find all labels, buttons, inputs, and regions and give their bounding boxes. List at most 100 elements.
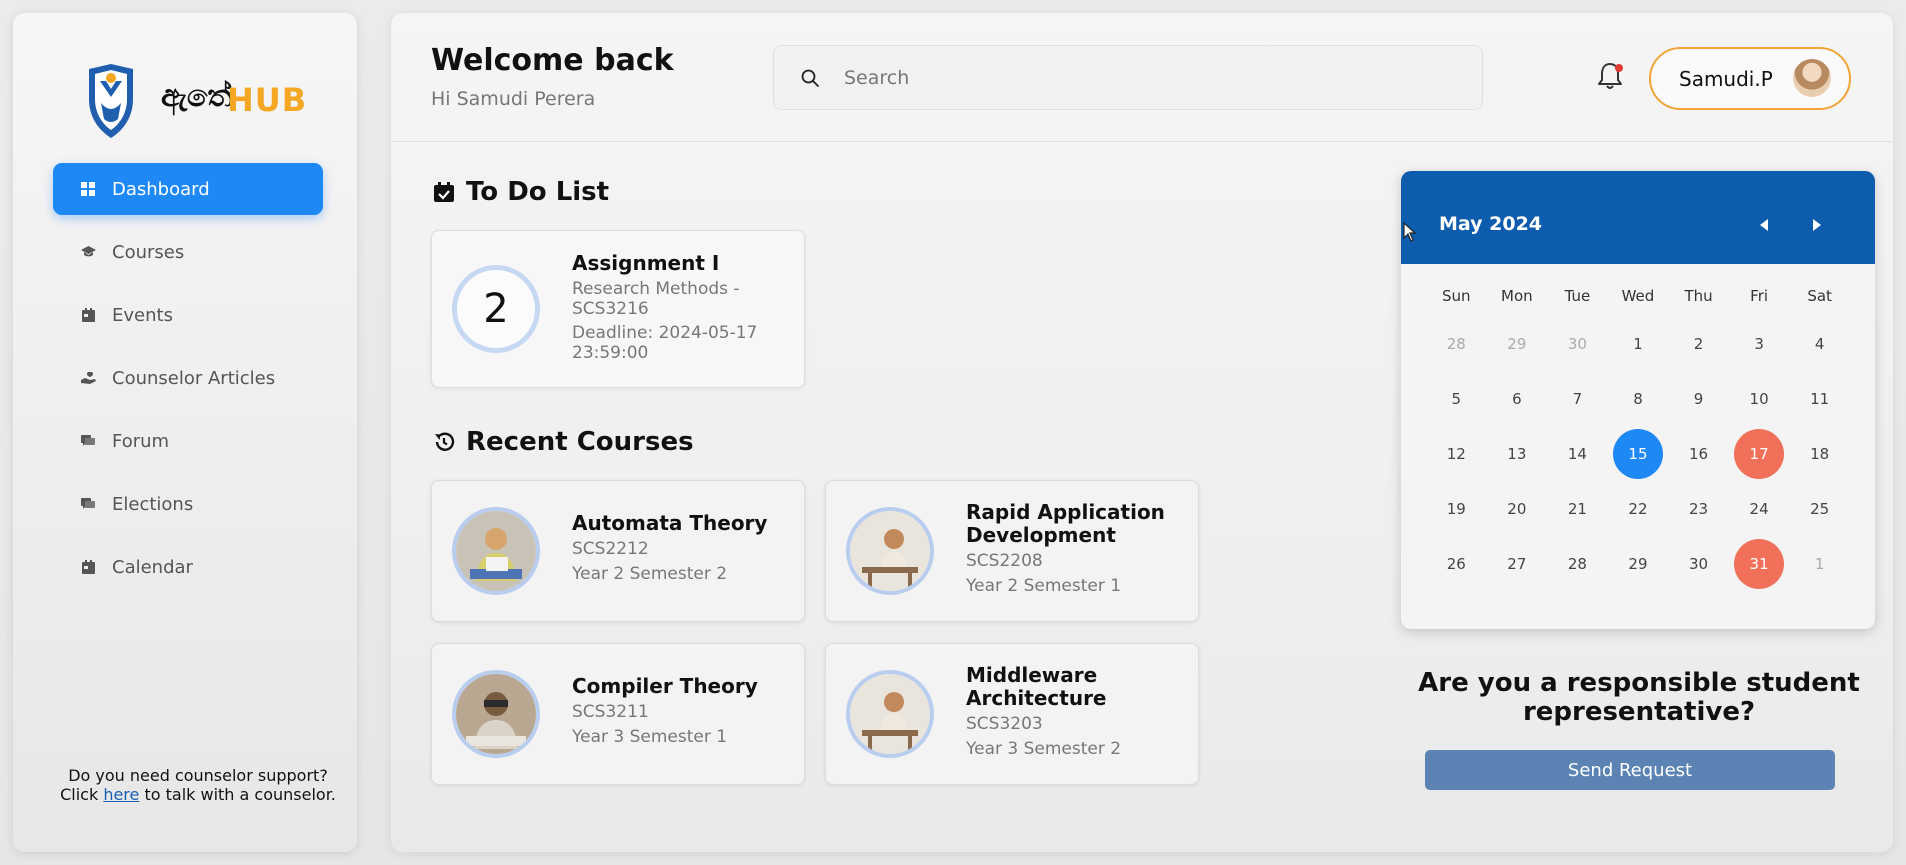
- calendar-day[interactable]: 31: [1729, 538, 1790, 589]
- avatar: [1793, 59, 1831, 97]
- calendar-day-number: 11: [1810, 389, 1830, 408]
- todo-item-card[interactable]: 2 Assignment I Research Methods - SCS321…: [431, 230, 805, 388]
- calendar-day[interactable]: 29: [1487, 319, 1548, 369]
- calendar-day[interactable]: 25: [1789, 484, 1850, 534]
- recent-courses-title: Recent Courses: [433, 427, 694, 457]
- counselor-here-link[interactable]: here: [103, 785, 139, 804]
- chevron-right-icon[interactable]: [1806, 215, 1826, 235]
- calendar-day[interactable]: 30: [1547, 319, 1608, 369]
- calendar-day[interactable]: 17: [1729, 428, 1790, 479]
- calendar-day[interactable]: 18: [1789, 429, 1850, 479]
- calendar-day[interactable]: 12: [1426, 429, 1487, 479]
- sidebar-item-calendar[interactable]: Calendar: [53, 541, 323, 593]
- calendar-day-number: 31: [1734, 538, 1785, 589]
- calendar-day-number: 10: [1749, 389, 1769, 408]
- logo-sinhala-text: ඇතේ: [161, 79, 232, 114]
- course-name: Middleware Architecture: [966, 663, 1107, 710]
- calendar-week-row: 12 13 14 15 16 17 18: [1426, 426, 1850, 481]
- course-card[interactable]: Middleware Architecture SCS3203 Year 3 S…: [825, 643, 1199, 785]
- user-name: Samudi.P: [1679, 66, 1773, 91]
- calendar-day[interactable]: 4: [1789, 319, 1850, 369]
- calendar-day[interactable]: 8: [1608, 374, 1669, 424]
- sidebar-item-label: Calendar: [112, 556, 193, 578]
- calendar-day[interactable]: 24: [1729, 484, 1790, 534]
- recent-courses-title-text: Recent Courses: [466, 427, 694, 457]
- calendar-day-number: 2: [1693, 334, 1704, 353]
- sidebar-item-forum[interactable]: Forum: [53, 415, 323, 467]
- search-input[interactable]: [844, 66, 1444, 89]
- todo-title-text: To Do List: [466, 177, 610, 207]
- calendar-day[interactable]: 1: [1789, 539, 1850, 589]
- header-divider: [391, 141, 1893, 142]
- course-card[interactable]: Automata Theory SCS2212 Year 2 Semester …: [431, 480, 805, 622]
- course-year: Year 3 Semester 2: [966, 739, 1122, 759]
- calendar-day[interactable]: 6: [1487, 374, 1548, 424]
- calendar-day[interactable]: 7: [1547, 374, 1608, 424]
- calendar-day[interactable]: 23: [1668, 484, 1729, 534]
- calendar-day[interactable]: 14: [1547, 429, 1608, 479]
- calendar-day[interactable]: 20: [1487, 484, 1548, 534]
- course-name: Automata Theory: [572, 511, 768, 535]
- calendar-weekday-label: Tue: [1564, 287, 1591, 305]
- sidebar-item-dashboard[interactable]: Dashboard: [53, 163, 323, 215]
- calendar-day[interactable]: 22: [1608, 484, 1669, 534]
- calendar-day[interactable]: 1: [1608, 319, 1669, 369]
- course-year: Year 2 Semester 2: [572, 564, 728, 584]
- sidebar-item-counselor-articles[interactable]: Counselor Articles: [53, 352, 323, 404]
- calendar-day[interactable]: 2: [1668, 319, 1729, 369]
- calendar-day[interactable]: 16: [1668, 429, 1729, 479]
- representative-question: Are you a responsible student representa…: [1418, 668, 1860, 727]
- course-card[interactable]: Compiler Theory SCS3211 Year 3 Semester …: [431, 643, 805, 785]
- calendar-day-number: 29: [1507, 334, 1527, 353]
- calendar-weekday-label: Fri: [1750, 287, 1769, 305]
- calendar-day[interactable]: 9: [1668, 374, 1729, 424]
- calendar-day-number: 26: [1446, 554, 1466, 573]
- calendar-day[interactable]: 15: [1608, 428, 1669, 479]
- calendar-day[interactable]: 29: [1608, 539, 1669, 589]
- todo-item-deadline: Deadline: 2024-05-17 23:59:00: [572, 323, 758, 363]
- hand-heart-icon: [80, 370, 96, 386]
- calendar-day-number: 7: [1572, 389, 1583, 408]
- sidebar-nav: Dashboard Courses Events Counselor Artic…: [53, 163, 323, 604]
- calendar-day[interactable]: 30: [1668, 539, 1729, 589]
- calendar-day-number: 6: [1512, 389, 1522, 408]
- sidebar-item-elections[interactable]: Elections: [53, 478, 323, 530]
- calendar-day[interactable]: 28: [1426, 319, 1487, 369]
- sidebar-item-label: Elections: [112, 493, 194, 515]
- course-year: Year 2 Semester 1: [966, 576, 1122, 596]
- calendar-day-number: 25: [1810, 499, 1830, 518]
- chevron-left-icon[interactable]: [1755, 215, 1775, 235]
- calendar-day[interactable]: 5: [1426, 374, 1487, 424]
- calendar-week-row: 19 20 21 22 23 24 25: [1426, 481, 1850, 536]
- grid-icon: [80, 181, 96, 197]
- calendar-day-number: 28: [1446, 334, 1466, 353]
- course-thumbnail: [846, 670, 934, 758]
- sidebar-item-courses[interactable]: Courses: [53, 226, 323, 278]
- todo-section-title: To Do List: [433, 177, 609, 207]
- calendar-day[interactable]: 26: [1426, 539, 1487, 589]
- calendar-day-number: 1: [1633, 334, 1643, 353]
- notification-dot: [1615, 64, 1623, 72]
- search-bar[interactable]: [773, 45, 1483, 110]
- sidebar-item-events[interactable]: Events: [53, 289, 323, 341]
- todo-item-title: Assignment I: [572, 251, 720, 275]
- todo-item-course: Research Methods - SCS3216: [572, 279, 740, 319]
- calendar-day[interactable]: 21: [1547, 484, 1608, 534]
- calendar-day-number: 12: [1446, 444, 1466, 463]
- mouse-cursor-icon: [1403, 222, 1417, 242]
- course-card[interactable]: Rapid Application Development SCS2208 Ye…: [825, 480, 1199, 622]
- user-profile-button[interactable]: Samudi.P: [1649, 47, 1851, 110]
- calendar-day[interactable]: 10: [1729, 374, 1790, 424]
- calendar-day[interactable]: 27: [1487, 539, 1548, 589]
- calendar-day-number: 3: [1754, 334, 1764, 353]
- calendar-day[interactable]: 3: [1729, 319, 1790, 369]
- calendar-day-number: 16: [1688, 444, 1709, 463]
- calendar-day-number: 5: [1451, 389, 1462, 408]
- send-request-button[interactable]: Send Request: [1425, 750, 1835, 790]
- calendar-day-number: 23: [1688, 499, 1709, 518]
- calendar-day[interactable]: 11: [1789, 374, 1850, 424]
- calendar-day[interactable]: 28: [1547, 539, 1608, 589]
- calendar-week-row: 5 6 7 8 9 10 11: [1426, 371, 1850, 426]
- calendar-day[interactable]: 13: [1487, 429, 1548, 479]
- calendar-day[interactable]: 19: [1426, 484, 1487, 534]
